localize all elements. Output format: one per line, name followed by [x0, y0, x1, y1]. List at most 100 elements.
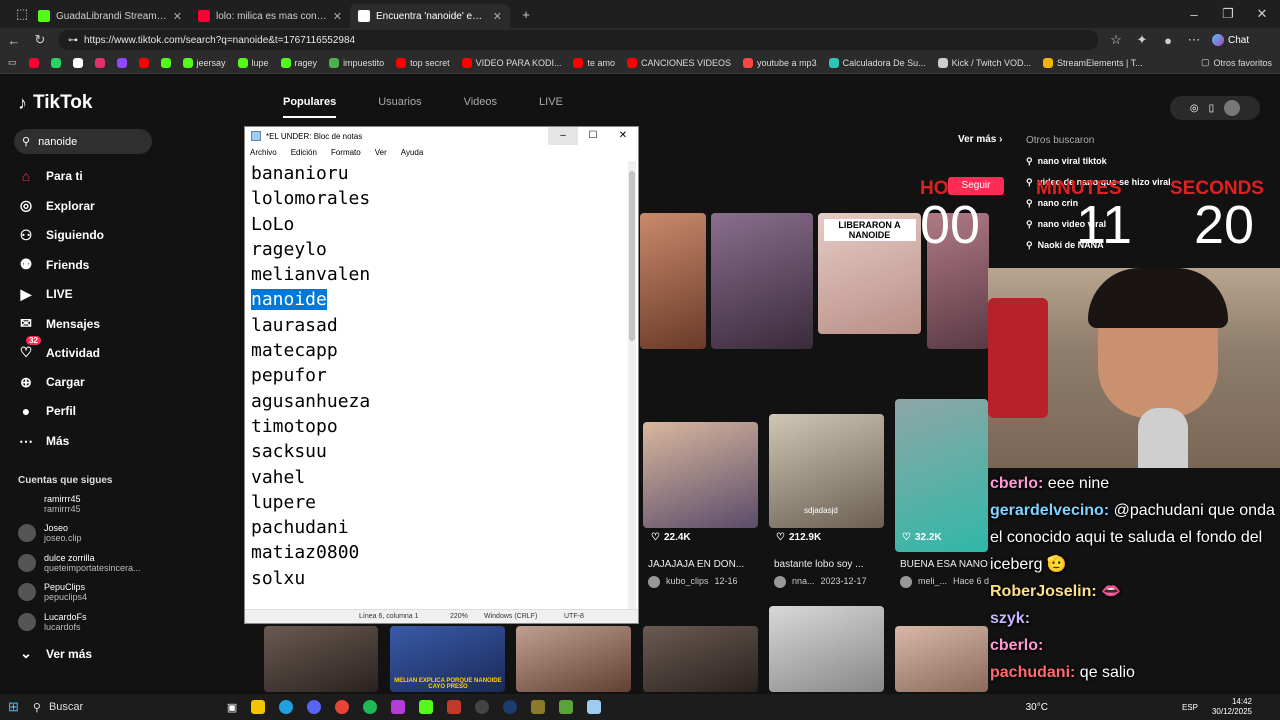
video-title[interactable]: BUENA ESA NANO	[900, 559, 988, 570]
video-thumbnail[interactable]	[264, 626, 378, 692]
bookmark-item[interactable]	[160, 57, 171, 68]
game-icon[interactable]	[531, 700, 546, 714]
bookmark-item[interactable]	[28, 57, 39, 68]
spotify-icon[interactable]	[363, 700, 378, 714]
profile-avatar-icon[interactable]: ●	[1160, 33, 1176, 48]
site-info-icon[interactable]: ⊶	[68, 35, 78, 46]
tab-populares[interactable]: Populares	[283, 96, 337, 118]
creator-avatar[interactable]	[900, 576, 912, 588]
tab-guadalibrandi[interactable]: GuadaLibrandi Stream - Wate ✕	[30, 4, 190, 28]
following-account[interactable]: LucardoFs lucardofs	[18, 612, 87, 632]
discord-icon[interactable]	[307, 700, 322, 714]
star-icon[interactable]: ☆	[1108, 32, 1124, 48]
bookmark-item[interactable]	[138, 57, 149, 68]
menu-archivo[interactable]: Archivo	[250, 148, 277, 157]
bookmark-item[interactable]: StreamElements | T...	[1042, 57, 1143, 68]
obs-icon[interactable]	[475, 700, 490, 714]
url-field[interactable]: ⊶ https://www.tiktok.com/search?q=nanoide…	[58, 30, 1098, 50]
menu-formato[interactable]: Formato	[331, 148, 361, 157]
video-thumbnail[interactable]	[643, 626, 758, 692]
video-title[interactable]: bastante lobo soy ...	[774, 559, 864, 570]
extensions-icon[interactable]: ✦	[1134, 32, 1150, 48]
related-search-item[interactable]: ⚲ nano viral tiktok	[1026, 156, 1171, 167]
video-user[interactable]: nna...	[792, 576, 815, 588]
taskbar-search[interactable]: ⚲ Buscar	[33, 696, 213, 718]
notepad-text-area[interactable]: bananioru lolomorales LoLo rageylo melianval…	[251, 161, 629, 611]
sidebar-item-perfil[interactable]: ● Perfil	[18, 403, 76, 419]
creator-avatar[interactable]	[774, 576, 786, 588]
video-thumbnail[interactable]	[895, 399, 988, 552]
menu-ayuda[interactable]: Ayuda	[401, 148, 424, 157]
bookmark-item[interactable]: VIDEO PARA KODI...	[461, 57, 561, 68]
following-account[interactable]: dulce zorrilla queteimportatesincera...	[18, 553, 141, 573]
video-thumbnail[interactable]: LIBERARON A NANOIDE	[818, 213, 921, 334]
task-view-icon[interactable]: ▣	[227, 701, 237, 714]
video-user[interactable]: meli_...	[918, 576, 947, 588]
vertical-scrollbar[interactable]	[628, 161, 636, 623]
video-thumbnail[interactable]: MELIAN EXPLICA PORQUE NANOIDE CAYO PRESO	[390, 626, 505, 692]
other-bookmarks[interactable]: ▢ Otros favoritos	[1201, 57, 1272, 68]
video-thumbnail[interactable]: sdjadasjd	[769, 414, 884, 528]
tab-tiktok-search[interactable]: Encuentra 'nanoide' en TikTok | Bú ✕	[350, 4, 510, 28]
bookmark-item[interactable]	[72, 57, 83, 68]
bookmark-item[interactable]: ragey	[280, 57, 317, 68]
minecraft-icon[interactable]	[559, 700, 574, 714]
maximize-icon[interactable]: ❐	[1220, 6, 1236, 22]
ver-mas-link[interactable]: Ver más ›	[958, 134, 1002, 145]
sidebar-item-más[interactable]: ⋯ Más	[18, 433, 69, 450]
bookmark-item[interactable]: impuestito	[329, 57, 384, 68]
file-explorer-icon[interactable]	[251, 700, 266, 714]
menu-edicion[interactable]: Edición	[291, 148, 317, 157]
video-thumbnail[interactable]	[516, 626, 631, 692]
menu-ver[interactable]: Ver	[375, 148, 387, 157]
bookmark-item[interactable]	[94, 57, 105, 68]
video-thumbnail[interactable]	[640, 213, 706, 349]
creator-avatar[interactable]	[648, 576, 660, 588]
minimize-icon[interactable]: –	[1186, 7, 1202, 22]
steam-icon[interactable]	[503, 700, 518, 714]
menu-icon[interactable]: ⋯	[1186, 32, 1202, 48]
edge-icon[interactable]	[279, 700, 294, 714]
bookmark-item[interactable]: te amo	[573, 57, 615, 68]
see-more-button[interactable]: ⌄ Ver más	[18, 645, 92, 662]
sidebar-item-cargar[interactable]: ⊕ Cargar	[18, 374, 85, 391]
bookmark-item[interactable]: CANCIONES VIDEOS	[627, 57, 731, 68]
sidebar-item-mensajes[interactable]: ✉ Mensajes	[18, 315, 100, 332]
bookmark-item[interactable]: jeersay	[182, 57, 226, 68]
clock[interactable]: 14:42 30/12/2025	[1212, 697, 1252, 717]
bookmark-item[interactable]: Kick / Twitch VOD...	[937, 57, 1031, 68]
video-title[interactable]: JAJAJAJA EN DON...	[648, 559, 744, 570]
bookmarks-toggle-icon[interactable]: ▭	[8, 57, 17, 68]
sidebar-item-para-ti[interactable]: ⌂ Para ti	[18, 168, 83, 184]
following-account[interactable]: ramirrr45 ramirrr45	[18, 494, 81, 514]
close-window-icon[interactable]: ✕	[1254, 6, 1270, 22]
chat-button[interactable]: Chat	[1212, 34, 1249, 46]
search-input[interactable]: ⚲ nanoide	[14, 129, 152, 154]
coin-icon[interactable]: ◎	[1190, 103, 1199, 114]
kick-icon[interactable]	[419, 700, 434, 714]
tab-lolo[interactable]: lolo: milica es mas conocida que g ✕	[190, 4, 350, 28]
sidebar-item-explorar[interactable]: ◎ Explorar	[18, 197, 95, 214]
tab-usuarios[interactable]: Usuarios	[378, 96, 421, 118]
close-icon[interactable]: ✕	[173, 10, 182, 23]
tab-actions-icon[interactable]: ⬚	[14, 6, 30, 22]
chrome-icon[interactable]	[335, 700, 350, 714]
bookmark-item[interactable]: top secret	[396, 57, 450, 68]
video-thumbnail[interactable]	[895, 626, 988, 692]
bookmark-item[interactable]: lupe	[237, 57, 269, 68]
minimize-button[interactable]: –	[548, 127, 578, 145]
weather-temp[interactable]: 30°C	[1026, 702, 1048, 713]
bookmark-item[interactable]: Calculadora De Su...	[828, 57, 926, 68]
close-button[interactable]: ✕	[608, 127, 638, 145]
windows-start-icon[interactable]: ⊞	[8, 699, 19, 715]
video-thumbnail[interactable]	[769, 606, 884, 692]
video-thumbnail[interactable]	[643, 422, 758, 528]
device-icon[interactable]: ▯	[1209, 103, 1215, 114]
bookmark-item[interactable]: youtube a mp3	[743, 57, 817, 68]
video-user[interactable]: kubo_clips	[666, 576, 709, 588]
sidebar-item-live[interactable]: ▶ LIVE	[18, 286, 73, 303]
scrollbar-thumb[interactable]	[629, 171, 635, 341]
notepad-icon[interactable]	[587, 700, 602, 714]
bookmark-item[interactable]	[116, 57, 127, 68]
bookmark-item[interactable]	[50, 57, 61, 68]
